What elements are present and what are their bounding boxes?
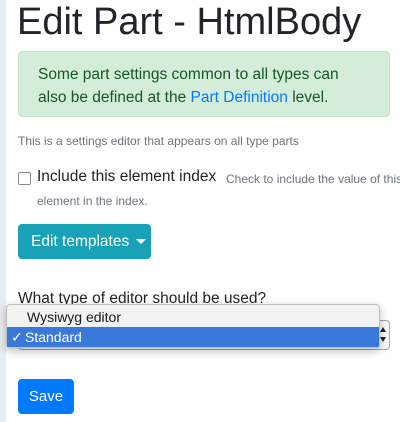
editor-type-dropdown: Wysiwyg editor ✓ Standard [6, 304, 380, 348]
settings-description: This is a settings editor that appears o… [18, 134, 299, 148]
left-border [0, 0, 6, 422]
edit-templates-label: Edit templates [31, 232, 130, 250]
arrow-up-icon [380, 327, 386, 332]
caret-down-icon [136, 238, 147, 244]
index-checkbox-help-continued: element in the index. [37, 194, 148, 208]
save-button[interactable]: Save [18, 379, 74, 414]
index-checkbox[interactable] [18, 172, 31, 185]
page-title: Edit Part - HtmlBody [17, 1, 362, 43]
info-alert: Some part settings common to all types c… [18, 51, 390, 117]
arrow-down-icon [380, 337, 386, 342]
option-label: Wysiwyg editor [27, 309, 122, 325]
option-wysiwyg-editor[interactable]: Wysiwyg editor [7, 307, 379, 327]
part-definition-link[interactable]: Part Definition [191, 89, 288, 106]
option-standard[interactable]: ✓ Standard [7, 327, 379, 347]
checkmark-icon: ✓ [11, 329, 23, 345]
index-checkbox-help: Check to include the value of this [226, 172, 400, 186]
option-label: Standard [25, 329, 82, 345]
select-arrows-icon [380, 327, 386, 345]
edit-templates-button[interactable]: Edit templates [18, 224, 151, 259]
index-checkbox-label[interactable]: Include this element index [37, 168, 216, 186]
alert-text-end: level. [287, 89, 329, 106]
page: Edit Part - HtmlBody Some part settings … [0, 0, 400, 422]
